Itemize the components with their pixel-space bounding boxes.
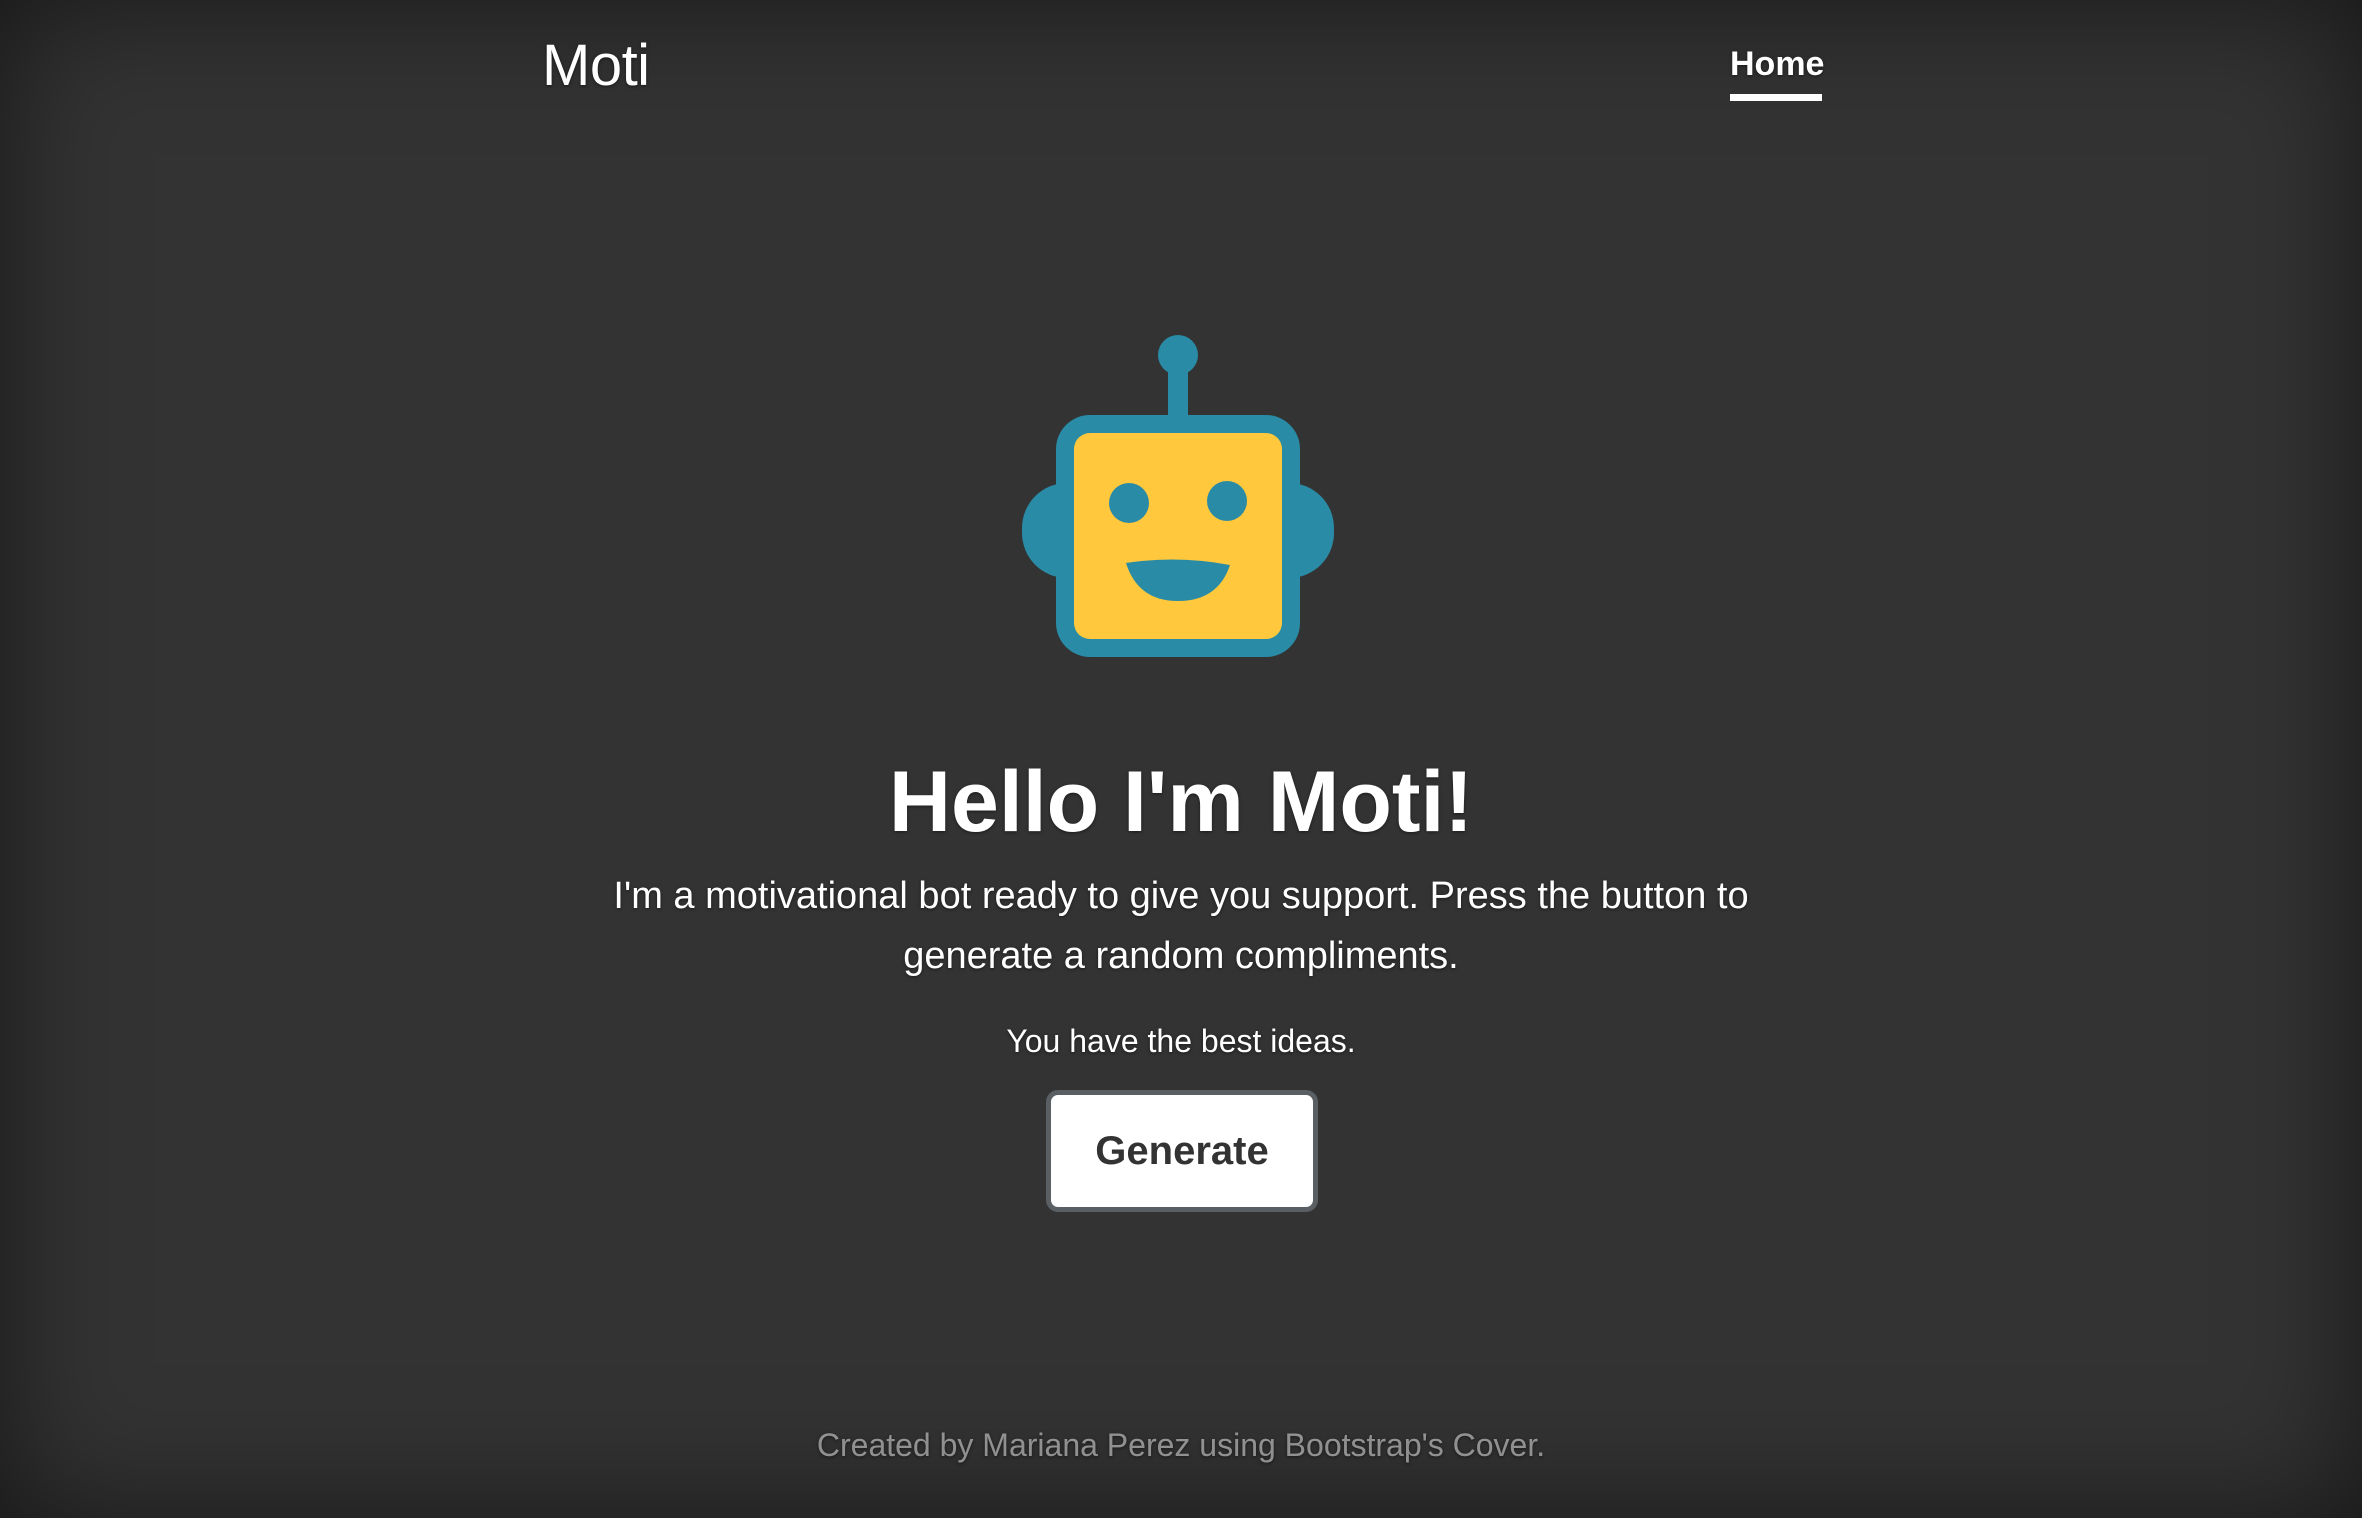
brand-title: Moti	[542, 33, 650, 98]
footer-credit: Created by Mariana Perez using Bootstrap…	[816, 1427, 1546, 1463]
compliment-text: You have the best ideas.	[1006, 1023, 1356, 1059]
intro-text: I'm a motivational bot ready to give you…	[613, 875, 1749, 977]
robot-icon	[1022, 335, 1334, 657]
page-title: Hello I'm Moti!	[888, 754, 1474, 850]
nav-link-home[interactable]: Home	[1730, 42, 1824, 101]
generate-button[interactable]: Generate	[1046, 1090, 1318, 1212]
